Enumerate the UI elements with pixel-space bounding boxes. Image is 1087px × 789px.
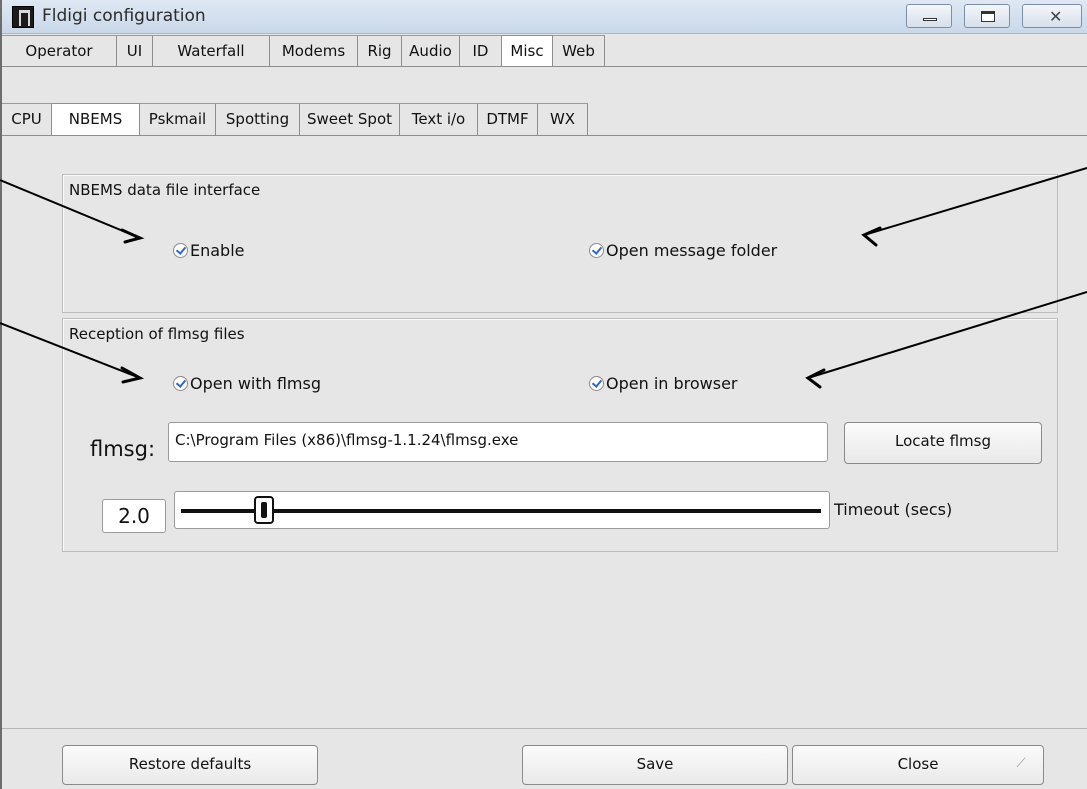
tab-operator[interactable]: Operator (2, 35, 117, 67)
open-message-folder-checkbox[interactable]: Open message folder (589, 241, 777, 260)
flmsg-path-label: flmsg: (90, 437, 156, 461)
title-bar[interactable]: Fldigi configuration ✕ (2, 0, 1087, 34)
enable-checkbox[interactable]: Enable (173, 241, 245, 260)
check-icon (589, 376, 604, 391)
tab-text-io[interactable]: Text i/o (400, 103, 478, 135)
group-label: NBEMS data file interface (69, 181, 261, 199)
check-icon (589, 243, 604, 258)
bottom-divider (2, 728, 1087, 729)
tab-divider (2, 66, 1087, 67)
timeout-label: Timeout (secs) (834, 500, 953, 519)
minimize-button[interactable] (906, 4, 952, 28)
minimize-icon (923, 18, 937, 21)
check-icon (173, 243, 188, 258)
close-window-button[interactable]: ✕ (1022, 4, 1082, 28)
maximize-button[interactable] (964, 4, 1010, 28)
tab-waterfall[interactable]: Waterfall (153, 35, 270, 67)
tab-web[interactable]: Web (553, 35, 605, 67)
fldigi-app-icon (12, 6, 34, 28)
subtab-divider (2, 135, 1087, 136)
tab-dtmf[interactable]: DTMF (478, 103, 538, 135)
timeout-slider[interactable] (174, 491, 830, 529)
window-title: Fldigi configuration (42, 6, 206, 26)
config-window: Fldigi configuration ✕ Operator UI Water… (0, 0, 1087, 789)
restore-defaults-button[interactable]: Restore defaults (62, 745, 318, 785)
tab-cpu[interactable]: CPU (2, 103, 52, 135)
tab-rig[interactable]: Rig (358, 35, 402, 67)
save-button[interactable]: Save (522, 745, 788, 785)
nbems-data-file-group: NBEMS data file interface Enable Open me… (62, 174, 1058, 313)
tab-pskmail[interactable]: Pskmail (140, 103, 216, 135)
group-label: Reception of flmsg files (69, 325, 245, 343)
tab-nbems[interactable]: NBEMS (52, 103, 140, 135)
tab-wx[interactable]: WX (538, 103, 588, 135)
slider-track (181, 509, 821, 513)
slider-thumb[interactable] (254, 496, 275, 524)
tab-modems[interactable]: Modems (270, 35, 358, 67)
tab-spotting[interactable]: Spotting (216, 103, 300, 135)
open-with-flmsg-checkbox[interactable]: Open with flmsg (173, 374, 321, 393)
locate-flmsg-button[interactable]: Locate flmsg (844, 422, 1042, 464)
tab-ui[interactable]: UI (117, 35, 153, 67)
timeout-value-input[interactable]: 2.0 (102, 499, 166, 533)
tab-audio[interactable]: Audio (402, 35, 460, 67)
close-button[interactable]: Close ⟋ (792, 745, 1044, 785)
check-icon (173, 376, 188, 391)
close-icon: ✕ (1049, 7, 1063, 26)
maximize-icon (981, 11, 995, 22)
tab-misc[interactable]: Misc (502, 35, 553, 67)
tab-id[interactable]: ID (460, 35, 502, 67)
open-in-browser-checkbox[interactable]: Open in browser (589, 374, 738, 393)
tab-sweet-spot[interactable]: Sweet Spot (300, 103, 400, 135)
flmsg-path-input[interactable]: C:\Program Files (x86)\flmsg-1.1.24\flms… (168, 422, 828, 462)
resize-grip-icon: ⟋ (1016, 756, 1026, 771)
